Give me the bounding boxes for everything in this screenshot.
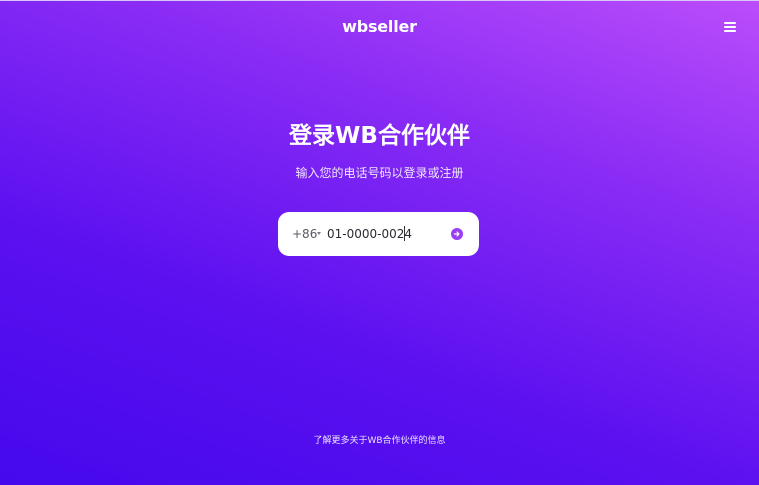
submit-arrow-button[interactable] [451,228,463,240]
phone-number-input[interactable] [327,225,447,243]
page-subtitle: 输入您的电话号码以登录或注册 [295,166,464,180]
arrow-right-icon [453,231,460,237]
hamburger-menu-icon[interactable] [724,22,736,32]
page-title: 登录WB合作伙伴 [289,123,470,149]
country-code-select[interactable]: +86 [292,227,317,241]
top-border [0,0,759,1]
text-cursor [404,226,405,241]
chevron-down-icon[interactable] [317,232,321,235]
learn-more-link[interactable]: 了解更多关于WB合作伙伴的信息 [0,433,759,446]
phone-login-form: +86 [278,212,479,256]
wbseller-logo[interactable]: wbseller [0,17,759,36]
